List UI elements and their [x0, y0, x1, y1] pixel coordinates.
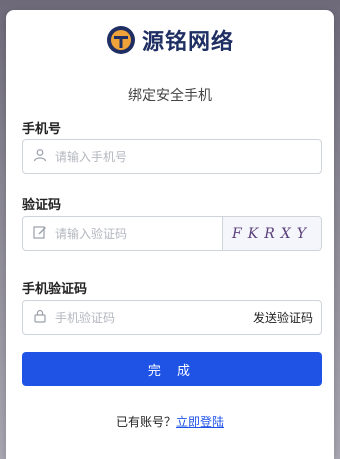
- page-subtitle: 绑定安全手机: [128, 88, 212, 104]
- send-sms-button[interactable]: 发送验证码: [253, 309, 313, 326]
- login-link[interactable]: 立即登陆: [176, 415, 224, 429]
- brand-logo: 源铭网络: [6, 24, 334, 56]
- user-icon: [33, 149, 47, 162]
- brand-mark-icon: [106, 26, 135, 54]
- sms-field[interactable]: 发送验证码: [22, 300, 322, 335]
- captcha-image[interactable]: FKRXY: [222, 217, 321, 250]
- captcha-input[interactable]: [55, 217, 225, 250]
- phone-field[interactable]: [22, 139, 322, 174]
- footer-prompt: 已有账号？: [115, 415, 176, 429]
- phone-label: 手机号: [22, 122, 62, 137]
- submit-button[interactable]: 完 成: [22, 352, 322, 386]
- sms-code-input[interactable]: [55, 301, 225, 334]
- edit-icon: [33, 226, 46, 239]
- brand-name: 源铭网络: [141, 30, 234, 55]
- captcha-label: 验证码: [22, 198, 62, 213]
- captcha-image-text: FKRXY: [232, 225, 312, 242]
- footer: 已有账号？立即登陆: [6, 413, 334, 430]
- bind-phone-card: 源铭网络 绑定安全手机 手机号 验证码 FKRXY 手机验证码 发送验证码 完 …: [6, 10, 334, 459]
- captcha-field[interactable]: FKRXY: [22, 216, 322, 251]
- sms-label: 手机验证码: [22, 282, 88, 297]
- phone-input[interactable]: [55, 140, 225, 173]
- lock-icon: [34, 309, 46, 323]
